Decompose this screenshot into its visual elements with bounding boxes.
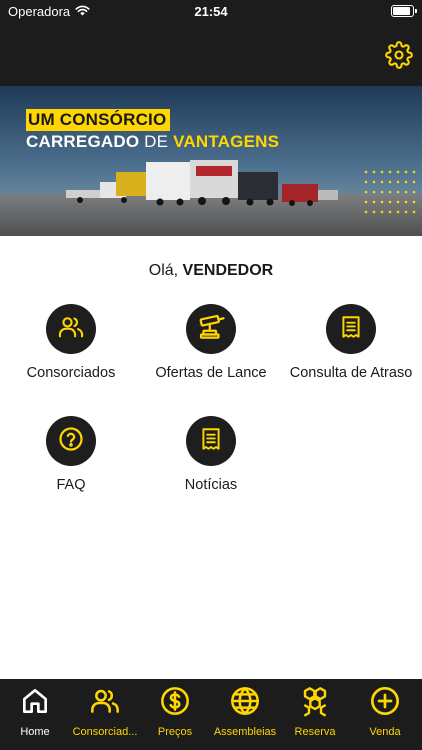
globe-icon <box>229 685 261 722</box>
tab-label: Venda <box>369 726 401 738</box>
menu-item-noticias[interactable]: Notícias <box>141 416 281 495</box>
tab-consorciados[interactable]: Consorciad... <box>70 685 140 738</box>
status-bar: Operadora 21:54 <box>0 0 422 22</box>
menu-label: Ofertas de Lance <box>155 365 267 381</box>
gavel-icon <box>196 312 226 347</box>
menu-item-faq[interactable]: FAQ <box>1 416 141 495</box>
status-time: 21:54 <box>194 4 228 19</box>
menu-item-consulta-de-atraso[interactable]: Consulta de Atraso <box>281 304 421 383</box>
menu-icon-circle <box>46 416 96 466</box>
tab-reserva[interactable]: Reserva <box>280 685 350 738</box>
banner-word-vantagens: VANTAGENS <box>173 132 280 151</box>
menu-item-consorciados[interactable]: Consorciados <box>1 304 141 383</box>
banner-headline-2: CARREGADO DE VANTAGENS <box>26 132 279 152</box>
tab-label: Home <box>20 726 50 738</box>
menu-label: Consulta de Atraso <box>289 365 413 381</box>
users-icon <box>57 313 85 346</box>
tab-label: Assembleias <box>213 726 277 738</box>
menu-label: FAQ <box>56 477 86 493</box>
gear-icon <box>385 40 413 74</box>
user-name: VENDEDOR <box>182 262 274 279</box>
banner-word-de: DE <box>139 132 174 151</box>
greeting: Olá, VENDEDOR <box>0 262 422 280</box>
tab-precos[interactable]: Preços <box>140 685 210 738</box>
tab-label: Consorciad... <box>72 726 138 738</box>
plus-circle-icon <box>369 685 401 722</box>
hexagons-icon <box>299 685 331 722</box>
greeting-prefix: Olá, <box>148 262 183 279</box>
menu-icon-circle <box>326 304 376 354</box>
menu-icon-circle <box>186 416 236 466</box>
receipt-icon <box>198 426 224 457</box>
tab-label: Preços <box>157 726 193 738</box>
banner-headline-1: UM CONSÓRCIO <box>26 109 171 131</box>
question-icon <box>57 425 85 458</box>
menu-label: Notícias <box>184 477 238 493</box>
menu-item-ofertas-de-lance[interactable]: Ofertas de Lance <box>141 304 281 383</box>
menu-icon-circle <box>46 304 96 354</box>
settings-button[interactable] <box>384 40 414 74</box>
receipt-icon <box>338 314 364 345</box>
tab-venda[interactable]: Venda <box>350 685 420 738</box>
menu-label: Consorciados <box>26 365 116 381</box>
app-header <box>0 22 422 86</box>
banner-word-carregado: CARREGADO <box>26 132 140 151</box>
menu-icon-circle <box>186 304 236 354</box>
users-icon <box>89 685 121 722</box>
battery-icon <box>391 5 417 17</box>
dollar-icon <box>159 685 191 722</box>
tab-label: Reserva <box>294 726 336 738</box>
home-icon <box>19 685 51 722</box>
tab-assembleias[interactable]: Assembleias <box>210 685 280 738</box>
promo-banner[interactable]: UM CONSÓRCIO CARREGADO DE VANTAGENS <box>0 86 422 236</box>
tab-home[interactable]: Home <box>0 685 70 738</box>
bottom-tab-bar: Home Consorciad... Preços Assembleias Re… <box>0 679 422 750</box>
